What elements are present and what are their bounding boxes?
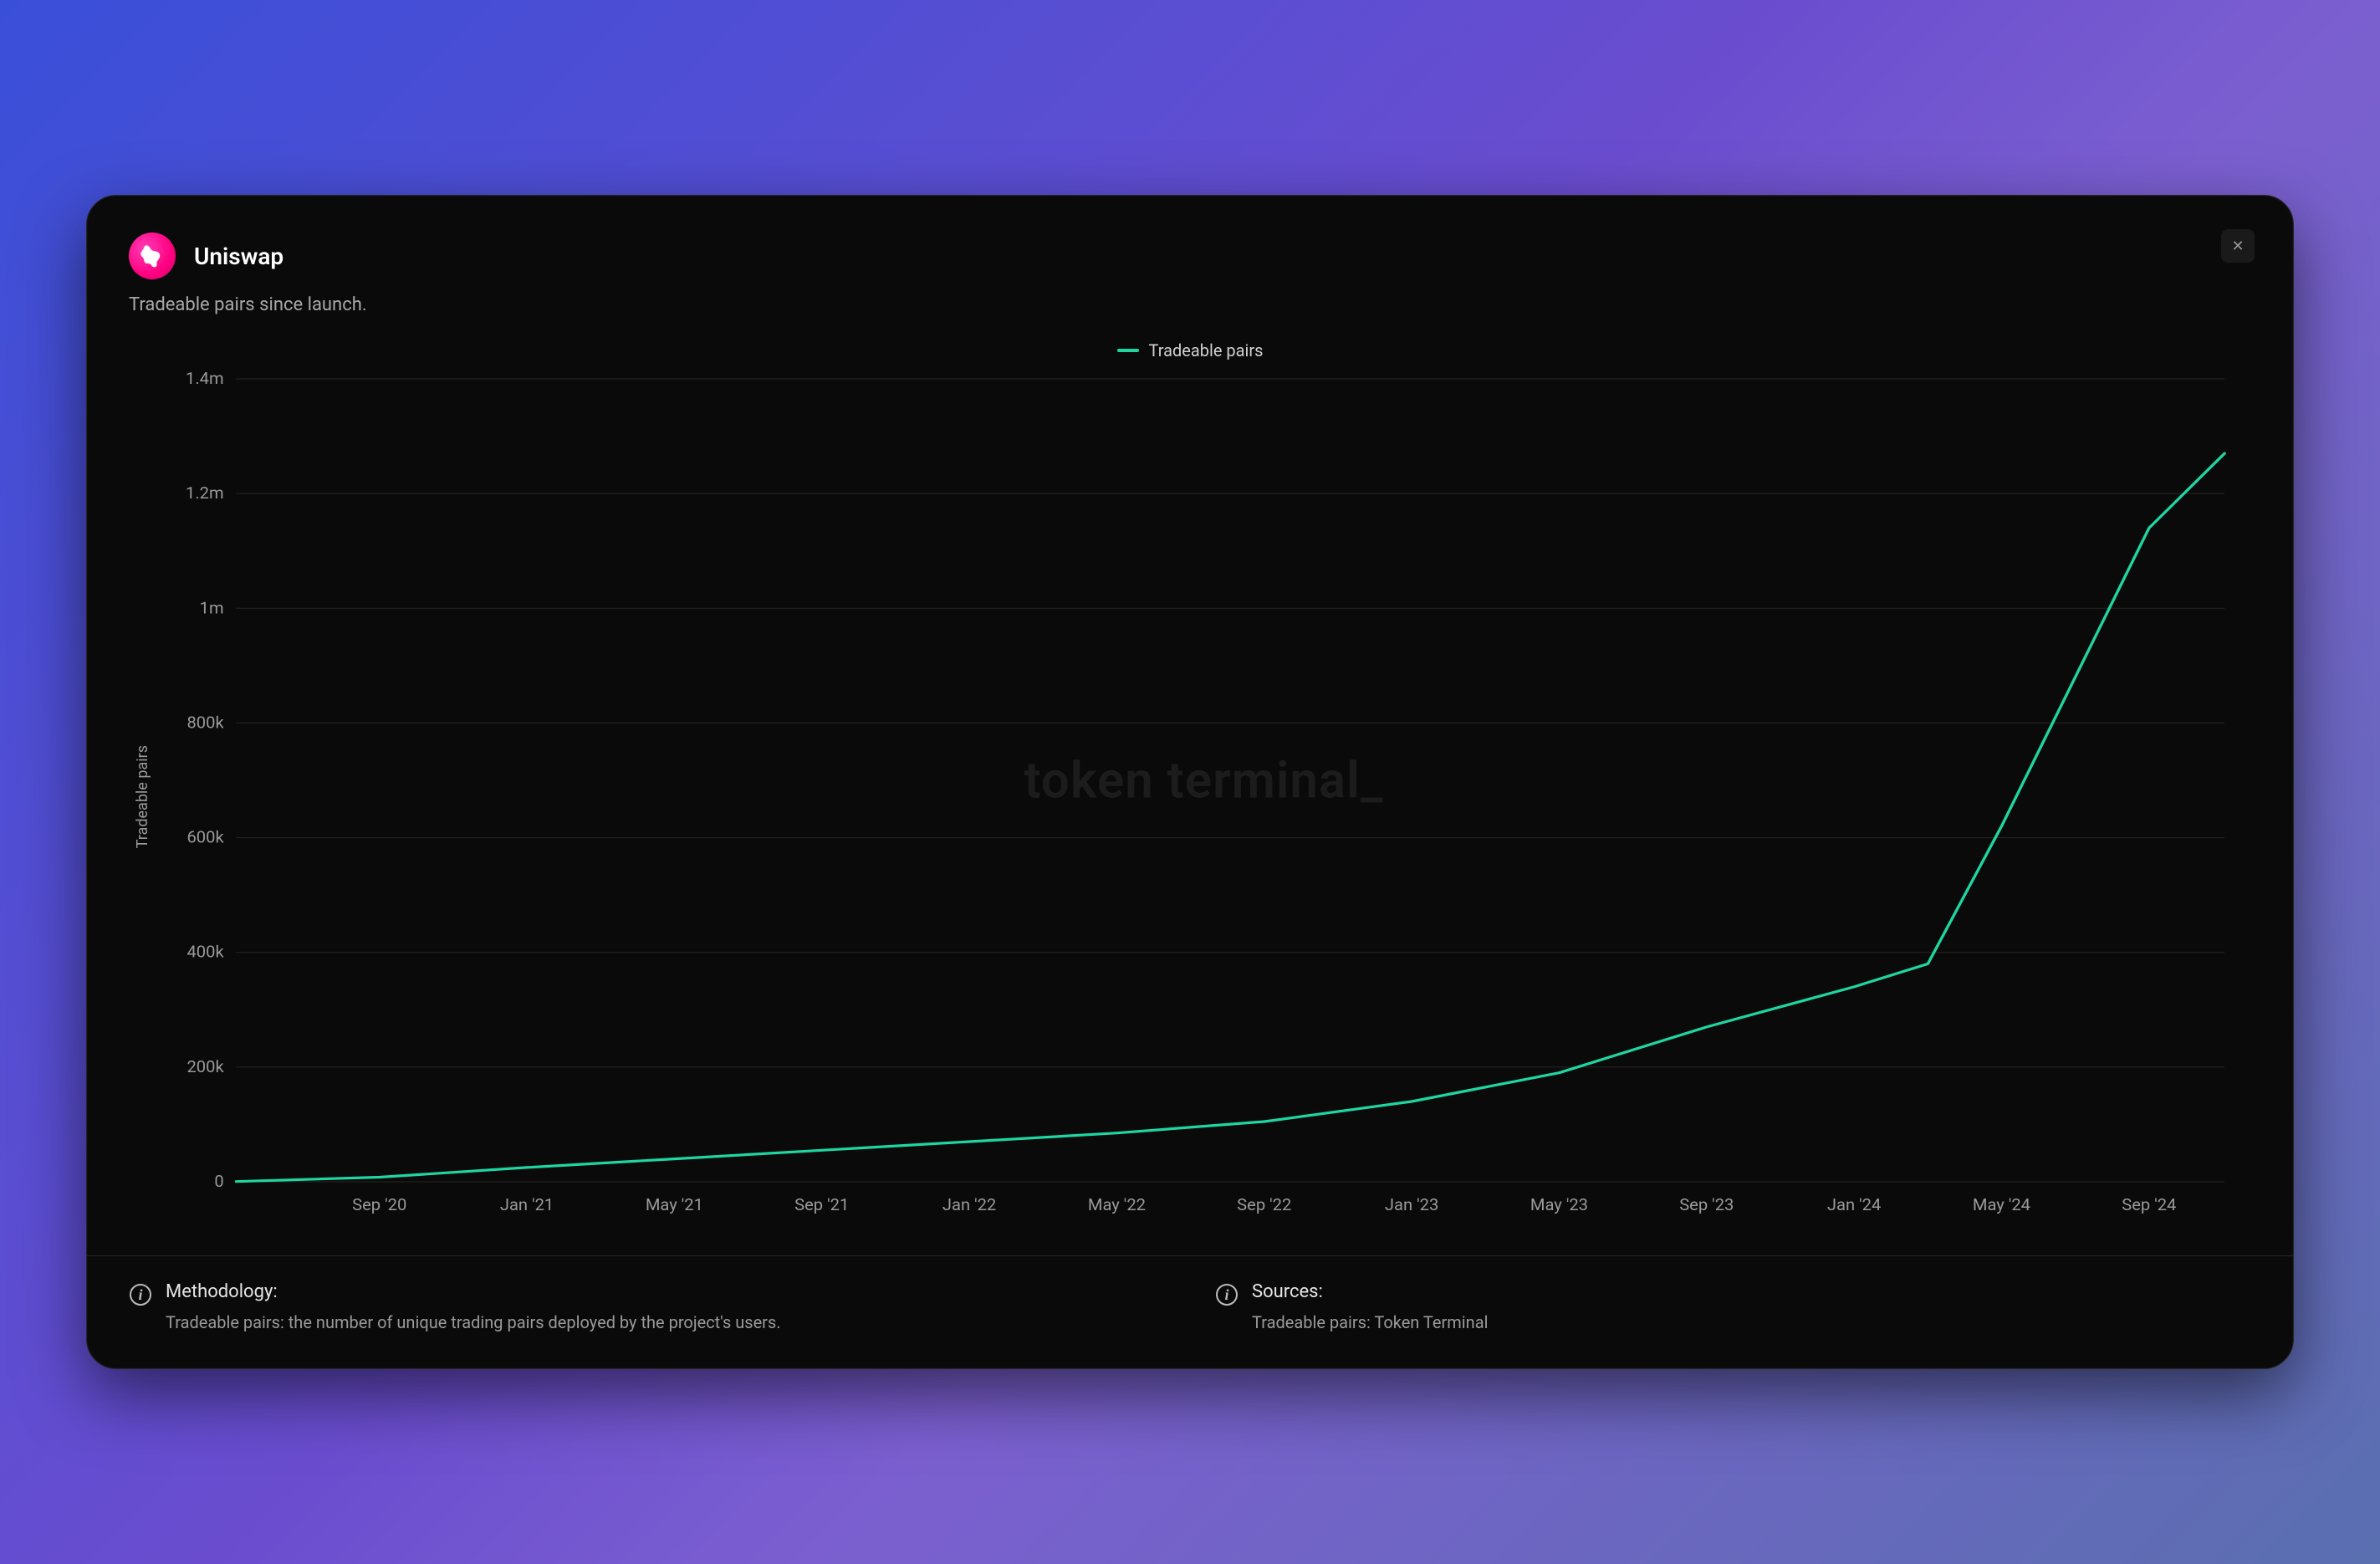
methodology-title: Methodology: xyxy=(166,1281,781,1302)
sources-body: Tradeable pairs: Token Terminal xyxy=(1252,1311,1488,1335)
footer: i Methodology: Tradeable pairs: the numb… xyxy=(129,1256,2251,1335)
chart-window: ✕ Uniswap Tradeable pairs since launch. … xyxy=(86,195,2294,1369)
svg-text:Jan '24: Jan '24 xyxy=(1827,1196,1881,1214)
svg-text:May '24: May '24 xyxy=(1973,1196,2030,1214)
svg-text:Sep '21: Sep '21 xyxy=(794,1196,849,1214)
chart-area: Tradeable pairs token terminal_ 0200k400… xyxy=(129,371,2251,1224)
y-axis-label: Tradeable pairs xyxy=(129,745,156,848)
legend-label: Tradeable pairs xyxy=(1149,340,1264,360)
svg-text:400k: 400k xyxy=(186,943,223,961)
footer-methodology: i Methodology: Tradeable pairs: the numb… xyxy=(129,1281,1165,1335)
info-icon: i xyxy=(1215,1283,1239,1306)
svg-text:i: i xyxy=(1224,1286,1228,1303)
svg-text:Jan '22: Jan '22 xyxy=(942,1196,996,1214)
svg-text:May '23: May '23 xyxy=(1530,1196,1588,1214)
svg-text:May '21: May '21 xyxy=(646,1196,703,1214)
svg-text:Sep '20: Sep '20 xyxy=(352,1196,406,1214)
svg-text:i: i xyxy=(138,1286,142,1303)
legend-swatch-icon xyxy=(1117,349,1139,352)
svg-text:800k: 800k xyxy=(186,713,223,732)
page-title: Uniswap xyxy=(194,243,283,270)
page-subtitle: Tradeable pairs since launch. xyxy=(129,294,2251,315)
sources-title: Sources: xyxy=(1252,1281,1488,1302)
svg-text:May '22: May '22 xyxy=(1088,1196,1146,1214)
svg-text:Jan '21: Jan '21 xyxy=(500,1196,554,1214)
close-button[interactable]: ✕ xyxy=(2221,229,2255,263)
svg-text:Jan '23: Jan '23 xyxy=(1385,1196,1438,1214)
svg-text:600k: 600k xyxy=(186,828,223,846)
svg-text:1.2m: 1.2m xyxy=(186,484,224,503)
footer-sources: i Sources: Tradeable pairs: Token Termin… xyxy=(1215,1281,2251,1335)
svg-text:Sep '23: Sep '23 xyxy=(1679,1196,1734,1214)
svg-text:1.4m: 1.4m xyxy=(186,371,224,388)
chart-legend: Tradeable pairs xyxy=(129,340,2251,360)
close-icon: ✕ xyxy=(2231,238,2244,255)
svg-text:1m: 1m xyxy=(200,599,224,617)
svg-text:200k: 200k xyxy=(186,1057,223,1076)
info-icon: i xyxy=(129,1283,152,1306)
svg-text:0: 0 xyxy=(214,1173,223,1191)
chart-plot[interactable]: token terminal_ 0200k400k600k800k1m1.2m1… xyxy=(156,371,2251,1224)
methodology-body: Tradeable pairs: the number of unique tr… xyxy=(166,1311,781,1335)
header: Uniswap xyxy=(129,233,2251,279)
uniswap-logo-icon xyxy=(129,233,176,279)
svg-text:Sep '22: Sep '22 xyxy=(1237,1196,1291,1214)
svg-text:Sep '24: Sep '24 xyxy=(2122,1196,2176,1214)
